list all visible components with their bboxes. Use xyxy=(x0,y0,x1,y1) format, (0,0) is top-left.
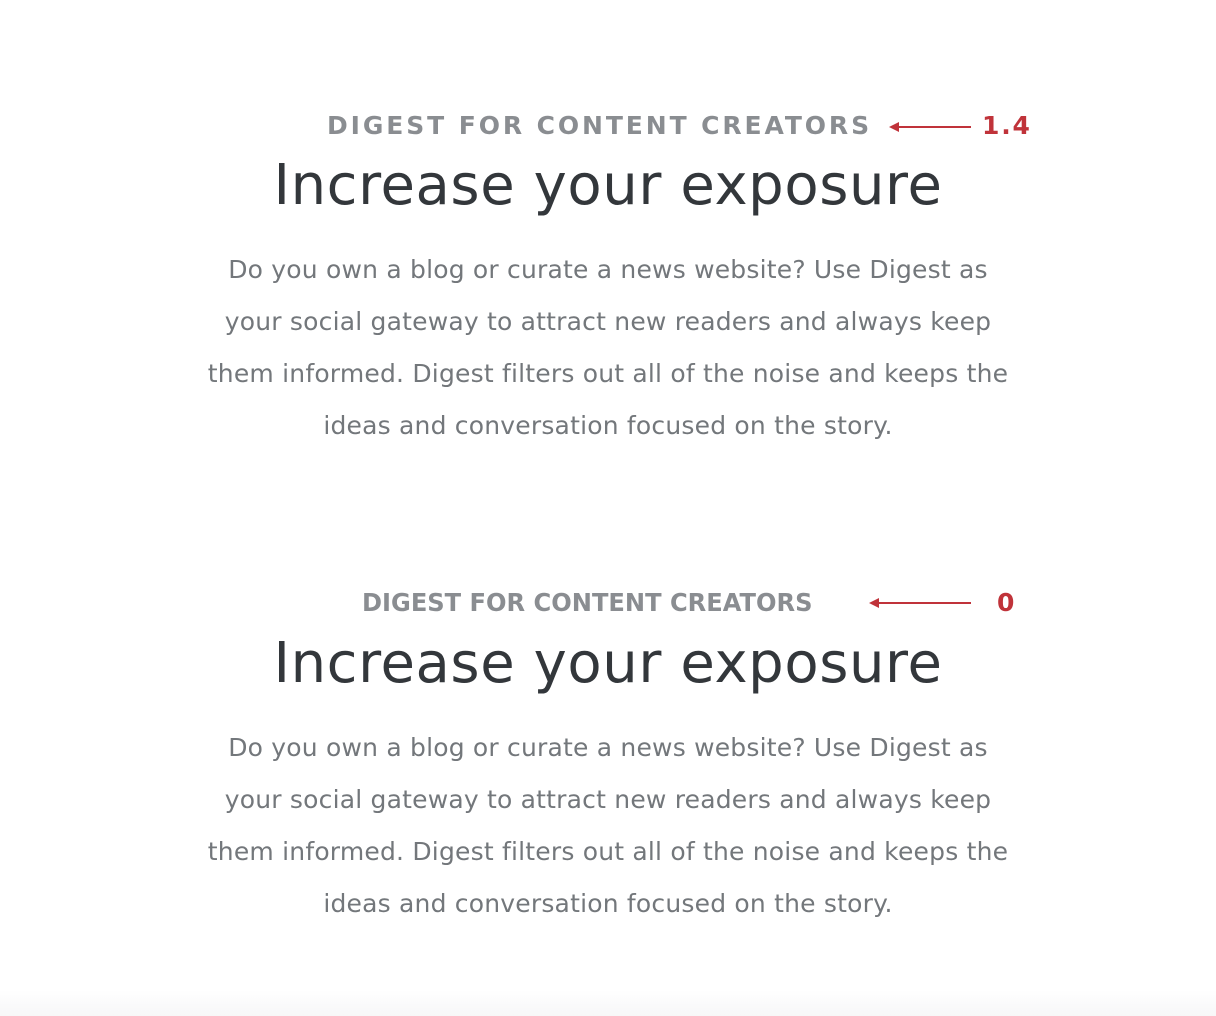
eyebrow-label: DIGEST FOR CONTENT CREATORS xyxy=(362,588,813,617)
body-paragraph: Do you own a blog or curate a news websi… xyxy=(108,722,1108,930)
letter-spacing-annotation: 0 xyxy=(997,588,1017,617)
body-line: Do you own a blog or curate a news websi… xyxy=(228,733,988,762)
left-arrow-icon xyxy=(869,598,971,608)
bottom-shade xyxy=(0,990,1216,1016)
body-line: ideas and conversation focused on the st… xyxy=(323,411,893,440)
example-unspaced: DIGEST FOR CONTENT CREATORS 0 Increase y… xyxy=(0,0,1216,918)
body-line: them informed. Digest filters out all of… xyxy=(207,837,1009,866)
headline: Increase your exposure xyxy=(273,631,943,696)
body-line: your social gateway to attract new reade… xyxy=(224,785,992,814)
body-line: ideas and conversation focused on the st… xyxy=(323,889,893,918)
